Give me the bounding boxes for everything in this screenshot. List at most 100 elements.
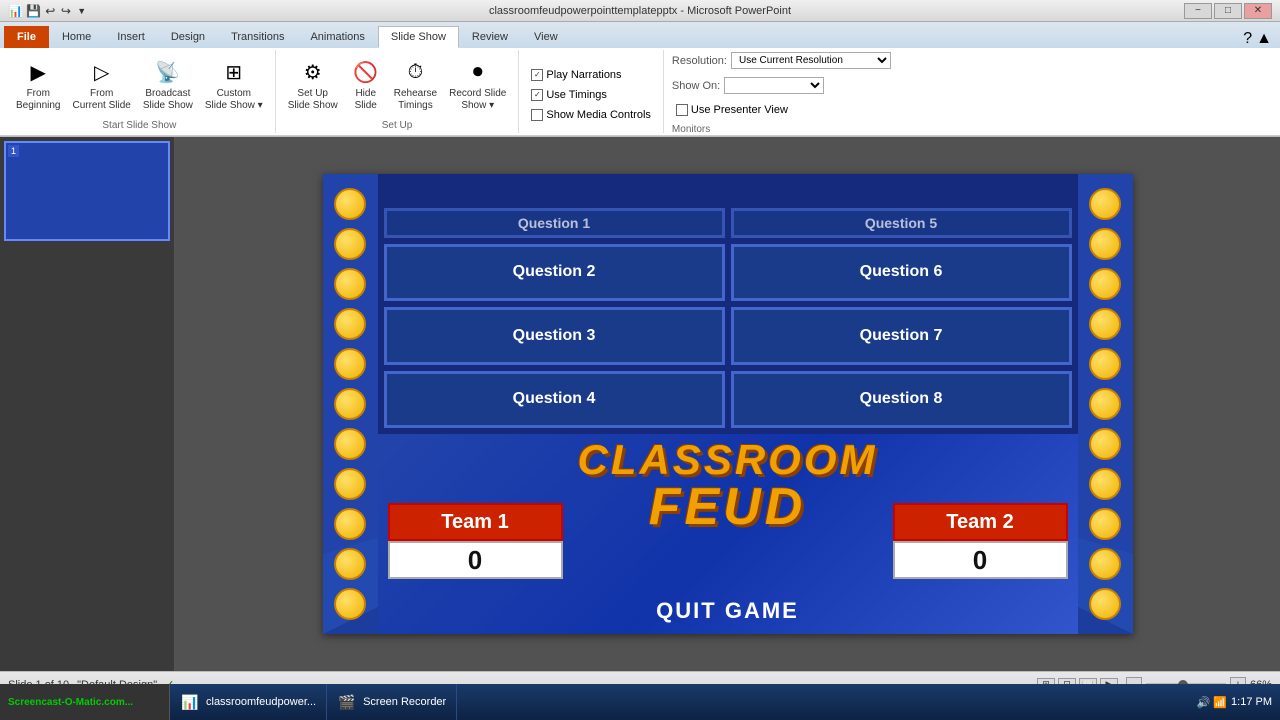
rehearse-label: RehearseTimings xyxy=(394,88,437,112)
question-5-button[interactable]: Question 5 xyxy=(731,208,1072,238)
lower-section: CLASSROOM FEUD Team 1 0 xyxy=(378,434,1078,634)
broadcast-label: BroadcastSlide Show xyxy=(143,88,193,112)
redo-icon[interactable]: ↪ xyxy=(60,2,73,20)
tab-design[interactable]: Design xyxy=(158,26,218,48)
ribbon: File Home Insert Design Transitions Anim… xyxy=(0,22,1280,137)
dot-left-1 xyxy=(334,188,366,220)
from-current-slide-button[interactable]: ▷ FromCurrent Slide xyxy=(68,54,134,114)
ribbon-tabs: File Home Insert Design Transitions Anim… xyxy=(0,22,1280,48)
show-media-controls-checkbox[interactable]: Show Media Controls xyxy=(527,107,655,123)
question-2-button[interactable]: Question 2 xyxy=(384,244,725,302)
team1-score: 0 xyxy=(388,541,563,579)
taskbar: Screencast-O-Matic.com... 📊 classroomfeu… xyxy=(0,684,1280,720)
resolution-select[interactable]: Use Current Resolution xyxy=(731,52,891,69)
question-7-button[interactable]: Question 7 xyxy=(731,307,1072,365)
tab-animations[interactable]: Animations xyxy=(297,26,377,48)
presenter-label: Use Presenter View xyxy=(691,104,788,116)
team2-name-button[interactable]: Team 2 xyxy=(893,503,1068,541)
minimize-button[interactable]: − xyxy=(1184,3,1212,19)
team2-score-value: 0 xyxy=(973,545,987,576)
record-button[interactable]: ⏺ Record SlideShow ▾ xyxy=(445,54,510,114)
undo-icon[interactable]: ↩ xyxy=(44,2,57,20)
rehearse-icon: ⏱ xyxy=(399,56,431,88)
taskbar-app-powerpoint[interactable]: 📊 classroomfeudpower... xyxy=(170,684,327,720)
system-icons: 🔊 📶 xyxy=(1197,696,1227,709)
tab-slideshow[interactable]: Slide Show xyxy=(378,26,459,48)
dot-left-7 xyxy=(334,428,366,460)
from-current-icon: ▷ xyxy=(86,56,118,88)
from-beginning-button[interactable]: ▶ FromBeginning xyxy=(12,54,64,114)
tab-transitions[interactable]: Transitions xyxy=(218,26,297,48)
question-6-label: Question 6 xyxy=(860,263,943,281)
team2-score: 0 xyxy=(893,541,1068,579)
dot-right-11 xyxy=(1089,588,1121,620)
window-title: classroomfeudpowerpointtemplatepptx - Mi… xyxy=(489,5,791,17)
taskbar-right: 🔊 📶 1:17 PM xyxy=(1197,696,1280,709)
show-on-label: Show On: xyxy=(672,80,720,92)
dropdown-icon[interactable]: ▼ xyxy=(75,2,88,20)
slide-thumbnail-1[interactable]: 1 xyxy=(4,141,170,241)
dot-right-3 xyxy=(1089,268,1121,300)
recorder-app-label: Screen Recorder xyxy=(363,696,446,708)
dot-right-5 xyxy=(1089,348,1121,380)
custom-slideshow-button[interactable]: ⊞ CustomSlide Show ▾ xyxy=(201,54,267,114)
minimize-ribbon-icon[interactable]: ▲ xyxy=(1256,30,1272,48)
dot-right-7 xyxy=(1089,428,1121,460)
slide-view-area: Question 1 Question 5 Question 2 Questio… xyxy=(175,137,1280,671)
dot-right-9 xyxy=(1089,508,1121,540)
team1-name-button[interactable]: Team 1 xyxy=(388,503,563,541)
dot-right-4 xyxy=(1089,308,1121,340)
powerpoint-app-icon: 📊 xyxy=(180,692,200,712)
dot-left-6 xyxy=(334,388,366,420)
setup-label-group: Set Up xyxy=(382,118,413,131)
maximize-button[interactable]: □ xyxy=(1214,3,1242,19)
broadcast-icon: 📡 xyxy=(152,56,184,88)
clock: 1:17 PM xyxy=(1231,696,1272,708)
question-4-label: Question 4 xyxy=(513,390,596,408)
tab-view[interactable]: View xyxy=(521,26,571,48)
rehearse-button[interactable]: ⏱ RehearseTimings xyxy=(390,54,441,114)
close-button[interactable]: ✕ xyxy=(1244,3,1272,19)
teams-row: Team 1 0 Team 2 0 xyxy=(378,503,1078,579)
question-4-button[interactable]: Question 4 xyxy=(384,371,725,429)
start-slideshow-label: Start Slide Show xyxy=(102,118,176,131)
question-7-label: Question 7 xyxy=(860,327,943,345)
narrations-check-icon xyxy=(531,69,543,81)
hide-icon: 🚫 xyxy=(350,56,382,88)
tab-insert[interactable]: Insert xyxy=(104,26,158,48)
presenter-view-checkbox[interactable]: Use Presenter View xyxy=(672,102,792,118)
question-8-button[interactable]: Question 8 xyxy=(731,371,1072,429)
broadcast-button[interactable]: 📡 BroadcastSlide Show xyxy=(139,54,197,114)
setup-label: Set UpSlide Show xyxy=(288,88,338,112)
question-2-label: Question 2 xyxy=(513,263,596,281)
ribbon-group-setup: ⚙ Set UpSlide Show 🚫 HideSlide ⏱ Rehears… xyxy=(276,50,520,133)
tab-file[interactable]: File xyxy=(4,26,49,48)
media-check-icon xyxy=(531,109,543,121)
powerpoint-app-label: classroomfeudpower... xyxy=(206,696,316,708)
question-3-button[interactable]: Question 3 xyxy=(384,307,725,365)
save-icon[interactable]: 💾 xyxy=(26,2,41,20)
main-area: 1 xyxy=(0,137,1280,671)
ribbon-group-monitors: Resolution: Use Current Resolution Show … xyxy=(664,50,899,133)
question-1-button[interactable]: Question 1 xyxy=(384,208,725,238)
timings-check-icon xyxy=(531,89,543,101)
monitors-label: Monitors xyxy=(672,122,710,135)
quit-game-button[interactable]: QUIT GAME xyxy=(656,598,799,624)
dot-left-10 xyxy=(334,548,366,580)
show-on-select[interactable] xyxy=(724,77,824,94)
slide-canvas: Question 1 Question 5 Question 2 Questio… xyxy=(323,174,1133,634)
play-narrations-checkbox[interactable]: Play Narrations xyxy=(527,67,625,83)
taskbar-app-recorder[interactable]: 🎬 Screen Recorder xyxy=(327,684,457,720)
help-icon[interactable]: ? xyxy=(1243,30,1252,48)
use-timings-checkbox[interactable]: Use Timings xyxy=(527,87,611,103)
tab-review[interactable]: Review xyxy=(459,26,521,48)
team2-block: Team 2 0 xyxy=(893,503,1068,579)
question-6-button[interactable]: Question 6 xyxy=(731,244,1072,302)
hide-slide-button[interactable]: 🚫 HideSlide xyxy=(346,54,386,114)
dots-left xyxy=(323,174,378,634)
tab-home[interactable]: Home xyxy=(49,26,104,48)
setup-slideshow-button[interactable]: ⚙ Set UpSlide Show xyxy=(284,54,342,114)
record-icon: ⏺ xyxy=(462,56,494,88)
title-bar: 📊 💾 ↩ ↪ ▼ classroomfeudpowerpointtemplat… xyxy=(0,0,1280,22)
ribbon-group-start-slideshow: ▶ FromBeginning ▷ FromCurrent Slide 📡 Br… xyxy=(4,50,276,133)
